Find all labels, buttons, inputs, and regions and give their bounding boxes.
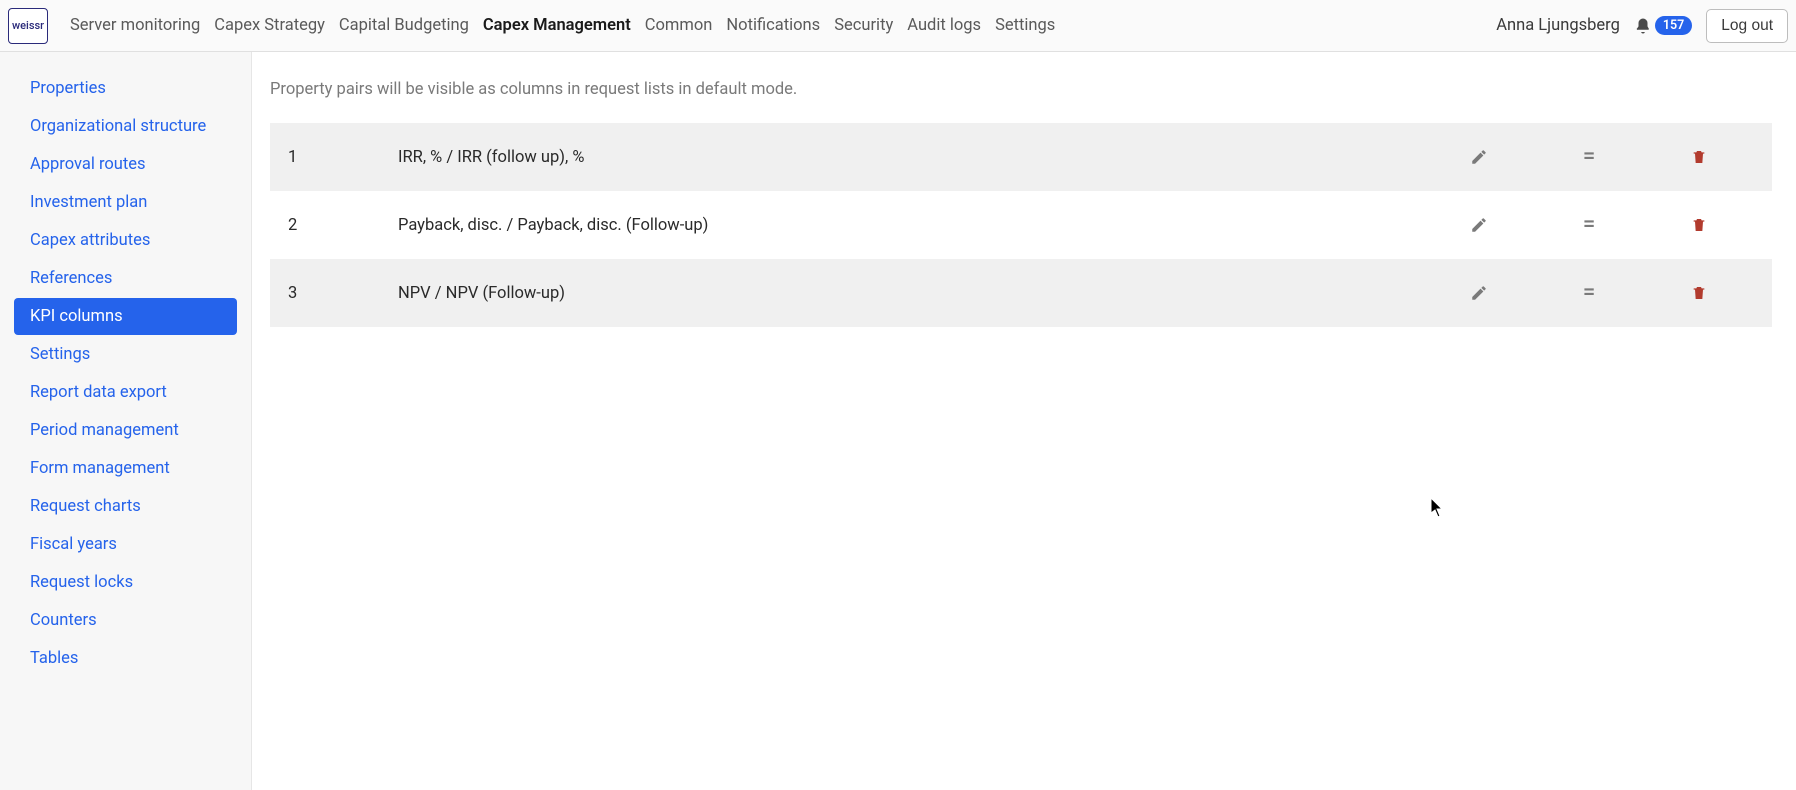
username[interactable]: Anna Ljungsberg (1496, 16, 1620, 35)
bell-icon (1634, 17, 1652, 35)
sidebar-item[interactable]: Report data export (14, 374, 237, 411)
layout: PropertiesOrganizational structureApprov… (0, 52, 1796, 790)
topnav: Server monitoring Capex Strategy Capital B… (70, 12, 1496, 39)
row-label: NPV / NPV (Follow-up) (398, 284, 1424, 303)
trash-icon (1691, 216, 1707, 234)
sidebar-item[interactable]: Organizational structure (14, 108, 237, 145)
notifications-button[interactable]: 157 (1634, 16, 1692, 35)
pencil-icon (1470, 284, 1488, 302)
sidebar-item[interactable]: Properties (14, 70, 237, 107)
topnav-item[interactable]: Common (645, 12, 713, 39)
delete-button[interactable] (1691, 216, 1707, 234)
sidebar-item[interactable]: Capex attributes (14, 222, 237, 259)
topnav-item[interactable]: Capex Strategy (214, 12, 325, 39)
sidebar-item[interactable]: Tables (14, 640, 237, 677)
logo[interactable]: weissr (8, 8, 48, 44)
sidebar-item[interactable]: Approval routes (14, 146, 237, 183)
sidebar-item[interactable]: Settings (14, 336, 237, 373)
topnav-item[interactable]: Security (834, 12, 893, 39)
topbar-right: Anna Ljungsberg 157 Log out (1496, 9, 1788, 43)
drag-handle-icon[interactable]: = (1583, 214, 1595, 236)
row-label: IRR, % / IRR (follow up), % (398, 148, 1424, 167)
topnav-item[interactable]: Server monitoring (70, 12, 200, 39)
sidebar-item[interactable]: Request charts (14, 488, 237, 525)
sidebar-item[interactable]: Form management (14, 450, 237, 487)
topnav-item[interactable]: Capex Management (483, 12, 631, 39)
topnav-item[interactable]: Capital Budgeting (339, 12, 469, 39)
table-row: 3NPV / NPV (Follow-up) = (270, 259, 1772, 327)
table-row: 1IRR, % / IRR (follow up), % = (270, 123, 1772, 191)
pencil-icon (1470, 216, 1488, 234)
topnav-item[interactable]: Settings (995, 12, 1055, 39)
trash-icon (1691, 148, 1707, 166)
sidebar-item[interactable]: KPI columns (14, 298, 237, 335)
main-content: Property pairs will be visible as column… (252, 52, 1796, 790)
kpi-table: 1IRR, % / IRR (follow up), %=2Payback, d… (270, 123, 1772, 327)
row-number: 3 (288, 284, 398, 303)
row-number: 2 (288, 216, 398, 235)
sidebar-item[interactable]: Investment plan (14, 184, 237, 221)
notifications-badge: 157 (1655, 16, 1692, 35)
edit-button[interactable] (1470, 148, 1488, 166)
delete-button[interactable] (1691, 148, 1707, 166)
sidebar-item[interactable]: Period management (14, 412, 237, 449)
edit-button[interactable] (1470, 216, 1488, 234)
row-number: 1 (288, 148, 398, 167)
sidebar-item[interactable]: Counters (14, 602, 237, 639)
sidebar-item[interactable]: References (14, 260, 237, 297)
topnav-item[interactable]: Audit logs (907, 12, 981, 39)
logout-button[interactable]: Log out (1706, 9, 1788, 43)
drag-handle-icon[interactable]: = (1583, 146, 1595, 168)
sidebar-item[interactable]: Fiscal years (14, 526, 237, 563)
trash-icon (1691, 284, 1707, 302)
pencil-icon (1470, 148, 1488, 166)
edit-button[interactable] (1470, 284, 1488, 302)
row-label: Payback, disc. / Payback, disc. (Follow-… (398, 216, 1424, 235)
sidebar: PropertiesOrganizational structureApprov… (0, 52, 252, 790)
table-row: 2Payback, disc. / Payback, disc. (Follow… (270, 191, 1772, 259)
delete-button[interactable] (1691, 284, 1707, 302)
topnav-item[interactable]: Notifications (726, 12, 820, 39)
sidebar-item[interactable]: Request locks (14, 564, 237, 601)
drag-handle-icon[interactable]: = (1583, 282, 1595, 304)
page-description: Property pairs will be visible as column… (270, 80, 1772, 99)
topbar: weissr Server monitoring Capex Strategy Ca… (0, 0, 1796, 52)
